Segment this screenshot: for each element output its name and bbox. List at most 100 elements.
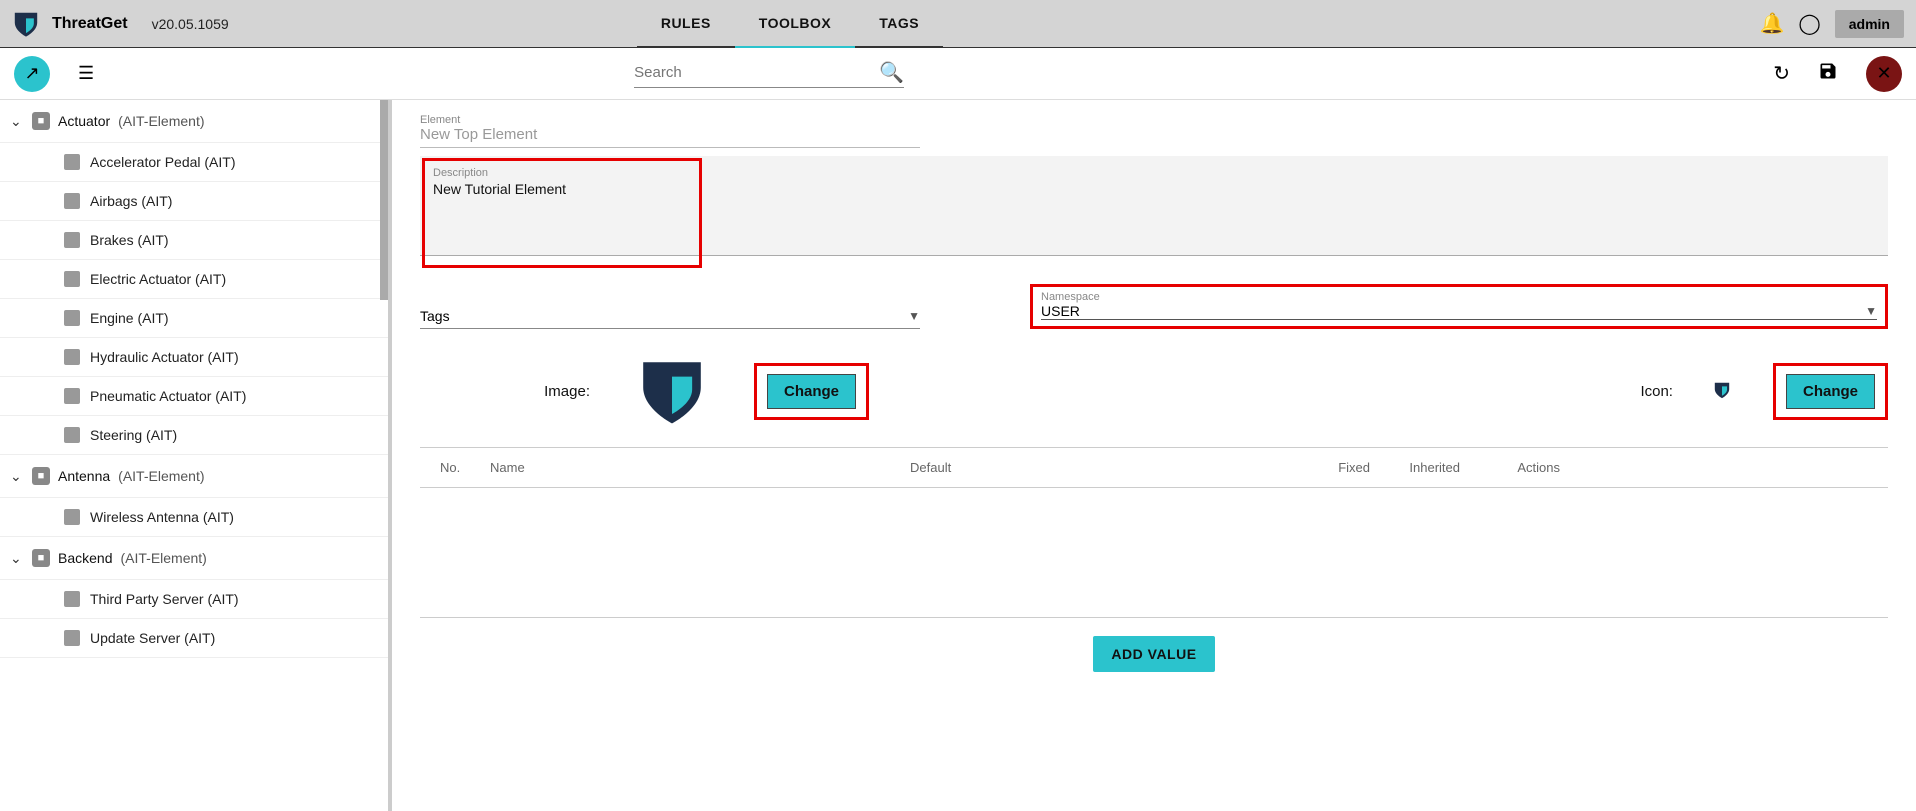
- tree-item-label: Hydraulic Actuator (AIT): [90, 349, 239, 365]
- tree-item-label: Steering (AIT): [90, 427, 177, 443]
- list-view-icon[interactable]: ☰: [78, 63, 94, 84]
- tree-item-label: Update Server (AIT): [90, 630, 215, 646]
- tree-item-label: Airbags (AIT): [90, 193, 172, 209]
- open-external-button[interactable]: ↗: [14, 56, 50, 92]
- notifications-icon[interactable]: 🔔: [1759, 11, 1784, 36]
- close-icon: ✕: [1876, 63, 1891, 84]
- tree-item[interactable]: Accelerator Pedal (AIT): [0, 143, 388, 182]
- toolbar: ↗ ☰ 🔍 ↻ ✕: [0, 48, 1916, 100]
- main-panel: Element New Top Element Description New …: [392, 100, 1916, 811]
- tree-group-label: Antenna: [58, 468, 110, 484]
- namespace-label: Namespace: [1041, 291, 1877, 303]
- tree-group-antenna[interactable]: ⌄ ■ Antenna (AIT-Element): [0, 455, 388, 498]
- chevron-down-icon: ⌄: [10, 550, 24, 567]
- tree-group-backend[interactable]: ⌄ ■ Backend (AIT-Element): [0, 537, 388, 580]
- change-icon-highlight: Change: [1773, 363, 1888, 420]
- user-menu[interactable]: admin: [1835, 10, 1904, 38]
- element-icon: [64, 509, 80, 525]
- chevron-down-icon: ⌄: [10, 468, 24, 485]
- group-icon: ■: [32, 112, 50, 130]
- change-icon-button[interactable]: Change: [1786, 374, 1875, 409]
- description-label: Description: [433, 167, 691, 179]
- description-highlight: Description New Tutorial Element: [422, 158, 702, 268]
- change-image-button[interactable]: Change: [767, 374, 856, 409]
- chevron-down-icon: ▼: [908, 309, 920, 323]
- group-icon: ■: [32, 549, 50, 567]
- col-no: No.: [440, 460, 490, 475]
- tree-group-meta: (AIT-Element): [118, 468, 204, 484]
- tree-item[interactable]: Third Party Server (AIT): [0, 580, 388, 619]
- save-icon[interactable]: [1818, 61, 1838, 87]
- element-icon: [64, 271, 80, 287]
- tree-item[interactable]: Airbags (AIT): [0, 182, 388, 221]
- element-label: Element: [420, 114, 920, 126]
- tree-group-label: Actuator: [58, 113, 110, 129]
- add-value-button[interactable]: ADD VALUE: [1093, 636, 1214, 672]
- description-value[interactable]: New Tutorial Element: [433, 181, 691, 197]
- namespace-value: USER: [1041, 303, 1080, 319]
- image-preview: [630, 355, 714, 427]
- namespace-highlight: Namespace USER ▼: [1030, 284, 1888, 329]
- element-icon: [64, 388, 80, 404]
- tree-item-label: Pneumatic Actuator (AIT): [90, 388, 246, 404]
- tree-item[interactable]: Pneumatic Actuator (AIT): [0, 377, 388, 416]
- tree-item[interactable]: Update Server (AIT): [0, 619, 388, 658]
- search-icon[interactable]: 🔍: [879, 60, 904, 85]
- status-circle-icon[interactable]: ◯: [1798, 11, 1820, 36]
- app-logo-icon: [12, 10, 40, 38]
- tags-label: Tags: [420, 308, 450, 324]
- tree-item[interactable]: Electric Actuator (AIT): [0, 260, 388, 299]
- element-icon: [64, 154, 80, 170]
- sidebar-tree[interactable]: ⌄ ■ Actuator (AIT-Element) Accelerator P…: [0, 100, 392, 811]
- icon-preview: [1713, 381, 1733, 401]
- tree-group-actuator[interactable]: ⌄ ■ Actuator (AIT-Element): [0, 100, 388, 143]
- col-fixed: Fixed: [1310, 460, 1370, 475]
- group-icon: ■: [32, 467, 50, 485]
- change-image-highlight: Change: [754, 363, 869, 420]
- titlebar: ThreatGet v20.05.1059 RULES TOOLBOX TAGS…: [0, 0, 1916, 48]
- element-icon: [64, 427, 80, 443]
- element-icon: [64, 310, 80, 326]
- col-default: Default: [910, 460, 1310, 475]
- tree-item[interactable]: Brakes (AIT): [0, 221, 388, 260]
- element-icon: [64, 232, 80, 248]
- tree-item[interactable]: Wireless Antenna (AIT): [0, 498, 388, 537]
- description-section: Description New Tutorial Element: [420, 156, 1888, 256]
- chevron-down-icon: ⌄: [10, 113, 24, 130]
- col-inherited: Inherited: [1380, 460, 1460, 475]
- main-nav: RULES TOOLBOX TAGS: [637, 0, 943, 48]
- col-actions: Actions: [1480, 460, 1560, 475]
- close-button[interactable]: ✕: [1866, 56, 1902, 92]
- icon-label: Icon:: [1640, 383, 1673, 400]
- tree-group-label: Backend: [58, 550, 112, 566]
- image-label: Image:: [420, 383, 590, 400]
- tree-item-label: Engine (AIT): [90, 310, 169, 326]
- element-icon: [64, 193, 80, 209]
- tree-item[interactable]: Steering (AIT): [0, 416, 388, 455]
- nav-tab-toolbox[interactable]: TOOLBOX: [735, 0, 855, 48]
- tree-item-label: Wireless Antenna (AIT): [90, 509, 234, 525]
- tree-item-label: Electric Actuator (AIT): [90, 271, 226, 287]
- tree-group-meta: (AIT-Element): [120, 550, 206, 566]
- element-name-field[interactable]: Element New Top Element: [420, 112, 920, 148]
- nav-tab-tags[interactable]: TAGS: [855, 0, 943, 48]
- search-input[interactable]: [634, 64, 873, 81]
- tree-item[interactable]: Engine (AIT): [0, 299, 388, 338]
- tags-dropdown[interactable]: Tags ▼: [420, 308, 920, 329]
- element-icon: [64, 349, 80, 365]
- app-name: ThreatGet: [52, 15, 128, 33]
- properties-table-body: [420, 488, 1888, 618]
- refresh-icon[interactable]: ↻: [1773, 61, 1790, 86]
- col-name: Name: [490, 460, 910, 475]
- nav-tab-rules[interactable]: RULES: [637, 0, 735, 48]
- namespace-dropdown[interactable]: USER ▼: [1041, 303, 1877, 320]
- properties-table-header: No. Name Default Fixed Inherited Actions: [420, 448, 1888, 488]
- element-icon: [64, 591, 80, 607]
- tree-item[interactable]: Hydraulic Actuator (AIT): [0, 338, 388, 377]
- tree-item-label: Third Party Server (AIT): [90, 591, 239, 607]
- scrollbar-thumb[interactable]: [380, 100, 388, 300]
- tree-item-label: Accelerator Pedal (AIT): [90, 154, 236, 170]
- element-icon: [64, 630, 80, 646]
- chevron-down-icon: ▼: [1865, 304, 1877, 318]
- search-field[interactable]: 🔍: [634, 60, 904, 88]
